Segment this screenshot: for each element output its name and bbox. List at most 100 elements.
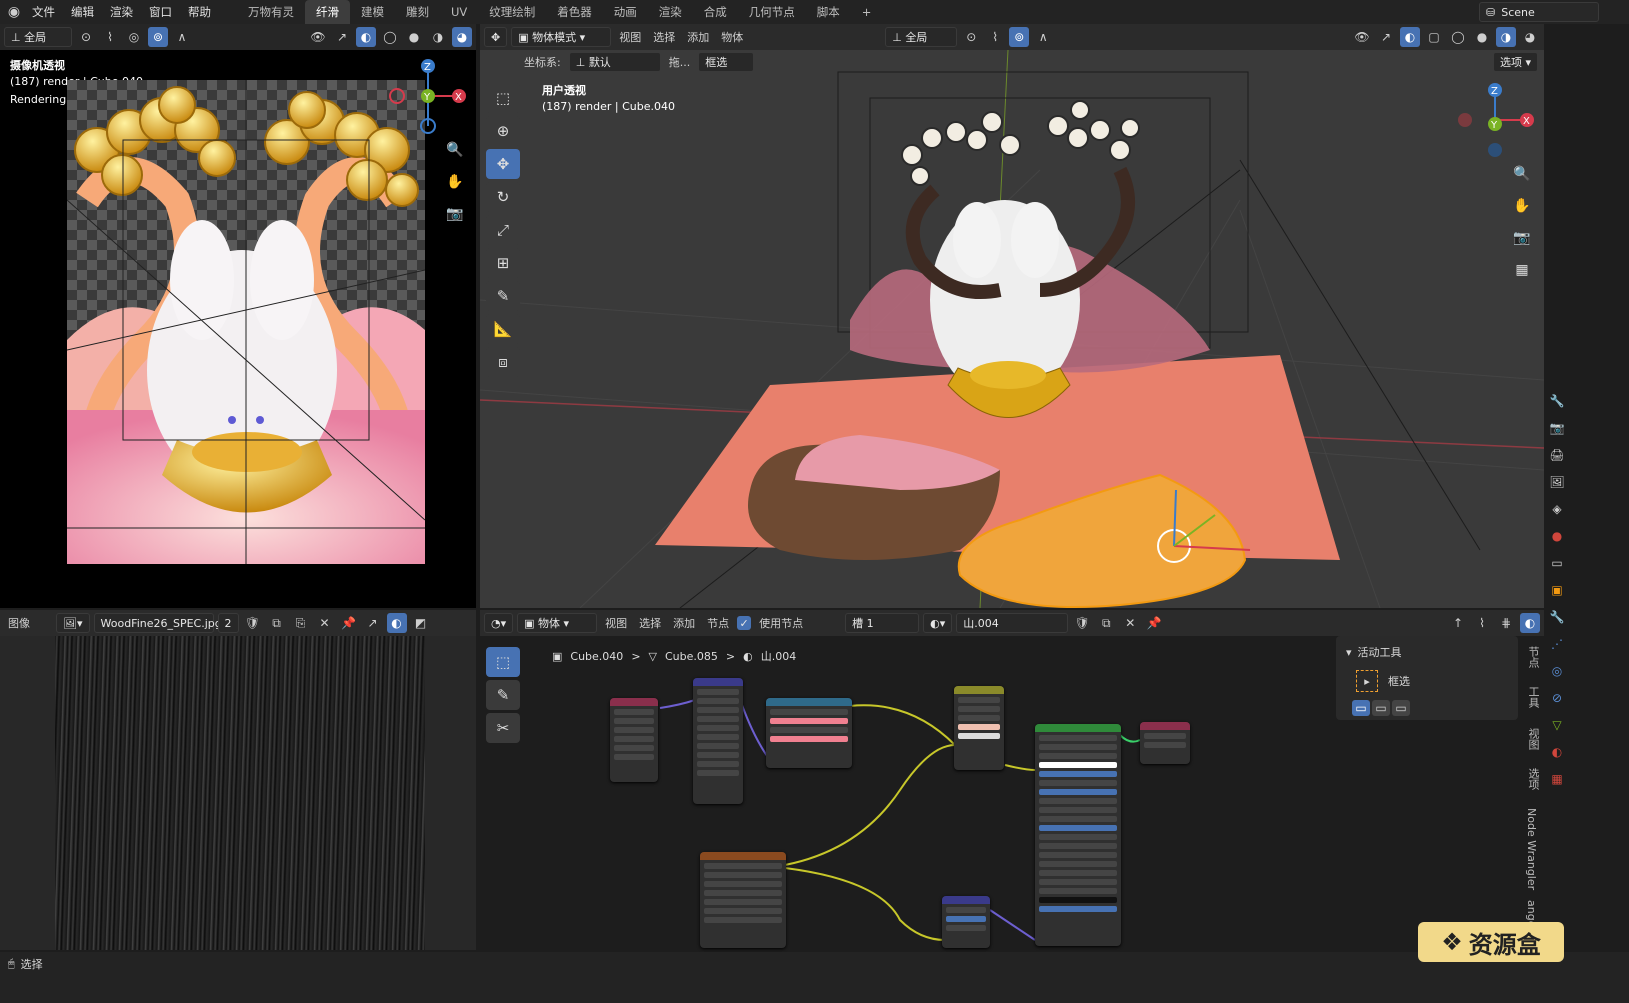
overlays-icon[interactable]: ◐: [1400, 27, 1420, 47]
image-name-field[interactable]: WoodFine26_SPEC.jpg: [93, 613, 222, 633]
scene-properties-icon[interactable]: ◈: [1546, 498, 1568, 520]
display-channels-icon[interactable]: ◩: [411, 613, 431, 633]
wireframe-shading-icon[interactable]: ◯: [1448, 27, 1468, 47]
tab-workspace-5[interactable]: 纹理绘制: [478, 0, 546, 24]
select-box-tool[interactable]: ⬚: [486, 83, 520, 113]
editor-type-button[interactable]: ✥: [484, 27, 508, 47]
tab-workspace-4[interactable]: UV: [440, 0, 478, 24]
menu-file[interactable]: 文件: [24, 0, 63, 24]
pan-hand-icon[interactable]: ✋: [1508, 192, 1536, 220]
snap-icon[interactable]: ⌇: [100, 27, 120, 47]
tab-workspace-1[interactable]: 纤滑: [305, 0, 350, 24]
tab-workspace-8[interactable]: 渲染: [648, 0, 693, 24]
image-browse-button[interactable]: 🖼 ▾: [56, 613, 90, 633]
particles-icon[interactable]: ⋰: [1546, 633, 1568, 655]
menu-render[interactable]: 渲染: [102, 0, 141, 24]
node-bump[interactable]: [942, 896, 990, 948]
tab-workspace-3[interactable]: 雕刻: [395, 0, 440, 24]
solid-shading-icon[interactable]: ●: [404, 27, 424, 47]
proportional-icon[interactable]: ◎: [124, 27, 144, 47]
pivot-icon[interactable]: ⊙: [961, 27, 981, 47]
falloff-icon[interactable]: ∧: [1033, 27, 1053, 47]
proportional-edit-icon[interactable]: ⊚: [1009, 27, 1030, 47]
visibility-icon[interactable]: 👁: [1352, 27, 1372, 47]
pivot-icon[interactable]: ⊙: [76, 27, 96, 47]
transform-tool[interactable]: ⊞: [486, 248, 520, 278]
3d-viewport[interactable]: ✥ ▣ 物体模式 ▾ 视图 选择 添加 物体 ⊥ 全局 ⊙ ⌇ ⊚ ∧ 👁 ↗ …: [480, 24, 1544, 608]
material-icon[interactable]: ◐: [1546, 741, 1568, 763]
scale-tool[interactable]: ⤢: [486, 215, 520, 245]
overlay-icon[interactable]: ⊚: [148, 27, 168, 47]
modifier-icon[interactable]: 🔧: [1546, 606, 1568, 628]
camera-view-icon[interactable]: 📷: [1508, 224, 1536, 252]
sidebar-tab-node-wrangler[interactable]: Node Wrangler: [1525, 808, 1538, 890]
snap-icon[interactable]: ⌇: [985, 27, 1005, 47]
falloff-icon[interactable]: ∧: [172, 27, 192, 47]
overlay-icon[interactable]: ◐: [386, 613, 407, 633]
menu-select[interactable]: 选择: [649, 29, 679, 45]
annotate-tool[interactable]: ✎: [486, 281, 520, 311]
node-mapping[interactable]: [693, 678, 743, 804]
data-icon[interactable]: ▽: [1546, 714, 1568, 736]
gizmo-icon[interactable]: ↗: [363, 613, 383, 633]
ortho-grid-icon[interactable]: ▦: [1508, 256, 1536, 284]
menu-view[interactable]: 视图: [615, 29, 645, 45]
render-properties-icon[interactable]: 📷: [1546, 417, 1568, 439]
menu-help[interactable]: 帮助: [180, 0, 219, 24]
cursor-tool[interactable]: ⊕: [486, 116, 520, 146]
sidebar-tab-view[interactable]: 视图: [1525, 728, 1541, 750]
snap-mode-icon[interactable]: ⋕: [1496, 613, 1516, 633]
wireframe-shading-icon[interactable]: ◯: [380, 27, 400, 47]
view-layer-icon[interactable]: 🖼: [1546, 471, 1568, 493]
node-material-output[interactable]: [1140, 722, 1190, 764]
fake-user-icon[interactable]: 🛡: [243, 613, 263, 633]
visibility-icon[interactable]: 👁: [308, 27, 328, 47]
tab-workspace-6[interactable]: 着色器: [546, 0, 603, 24]
viewport-axis-gizmo[interactable]: Z X Y: [1455, 80, 1541, 166]
box-select-icon[interactable]: ▸: [1356, 670, 1378, 692]
rotate-tool[interactable]: ↻: [486, 182, 520, 212]
material-shading-icon[interactable]: ◑: [1496, 27, 1516, 47]
transform-orientation-dropdown[interactable]: ⊥ 全局: [885, 27, 958, 47]
zoom-icon[interactable]: 🔍: [441, 136, 469, 164]
tab-workspace-10[interactable]: 几何节点: [738, 0, 806, 24]
gizmo-icon[interactable]: ↗: [332, 27, 352, 47]
transform-orientation[interactable]: ⊥ 全局: [4, 27, 72, 47]
axis-gizmo[interactable]: Z X Y: [385, 56, 471, 142]
world-properties-icon[interactable]: ●: [1546, 525, 1568, 547]
tab-workspace-9[interactable]: 合成: [693, 0, 738, 24]
camera-viewport[interactable]: ⊥ 全局 ⊙ ⌇ ◎ ⊚ ∧ 👁 ↗ ◐ ◯ ● ◑ ◕ 摄像机透视 (187)…: [0, 24, 476, 608]
move-tool[interactable]: ✥: [486, 149, 520, 179]
sidebar-tab-tool[interactable]: 工具: [1525, 686, 1541, 708]
tab-workspace-0[interactable]: 万物有灵: [237, 0, 305, 24]
overlay-icon[interactable]: ◐: [1520, 613, 1540, 633]
image-users-count[interactable]: 2: [217, 613, 239, 633]
rendered-shading-icon[interactable]: ◕: [452, 27, 472, 47]
scene-selector[interactable]: ⛁ Scene: [1479, 2, 1599, 22]
sidebar-tab-options[interactable]: 选项: [1525, 768, 1541, 790]
node-editor[interactable]: ◔ ▾ ▣ 物体 ▾ 视图 选择 添加 节点 ✓ 使用节点 槽 1 ◐ ▾ 山.00…: [480, 610, 1544, 950]
tool-properties-icon[interactable]: 🔧: [1546, 390, 1568, 412]
overlays-toggle-icon[interactable]: ◐: [356, 27, 376, 47]
pin-icon[interactable]: 📌: [339, 613, 359, 633]
camera-icon[interactable]: 📷: [441, 200, 469, 228]
add-cube-tool[interactable]: ⧈: [486, 347, 520, 377]
duplicate-icon[interactable]: ⧉: [267, 613, 287, 633]
pan-hand-icon[interactable]: ✋: [441, 168, 469, 196]
new-image-icon[interactable]: ⎘: [291, 613, 311, 633]
sidebar-tab-node[interactable]: 节点: [1525, 646, 1541, 668]
node-color-ramp[interactable]: [766, 698, 852, 768]
solid-shading-icon[interactable]: ●: [1472, 27, 1492, 47]
rendered-shading-icon[interactable]: ◕: [1520, 27, 1540, 47]
add-workspace-button[interactable]: +: [851, 0, 883, 24]
menu-object[interactable]: 物体: [717, 29, 747, 45]
menu-add[interactable]: 添加: [683, 29, 713, 45]
tab-workspace-2[interactable]: 建模: [350, 0, 395, 24]
tab-workspace-7[interactable]: 动画: [603, 0, 648, 24]
physics-icon[interactable]: ◎: [1546, 660, 1568, 682]
image-editor[interactable]: 图像 🖼 ▾ WoodFine26_SPEC.jpg 2 🛡 ⧉ ⎘ ✕ 📌 ↗ …: [0, 610, 476, 950]
tab-workspace-11[interactable]: 脚本: [806, 0, 851, 24]
menu-window[interactable]: 窗口: [141, 0, 180, 24]
texture-icon[interactable]: ▦: [1546, 768, 1568, 790]
parent-node-icon[interactable]: ↑: [1448, 613, 1468, 633]
